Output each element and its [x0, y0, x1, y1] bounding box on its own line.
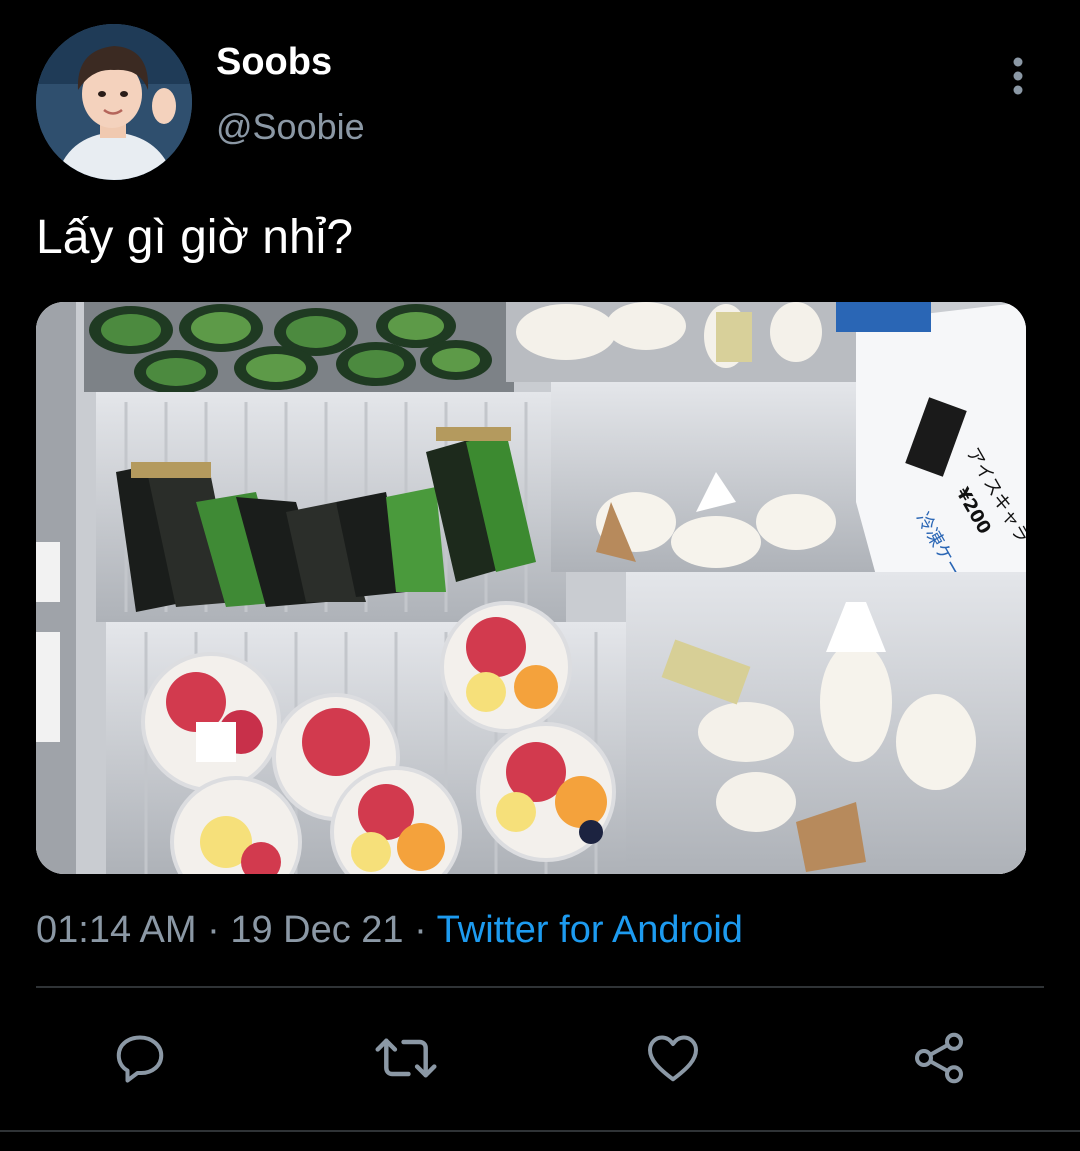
tweet-metadata: 01:14 AM · 19 Dec 21 · Twitter for Andro…	[36, 904, 743, 956]
more-vertical-icon	[1013, 57, 1023, 95]
more-options-button[interactable]	[998, 52, 1038, 100]
like-button[interactable]	[641, 1026, 705, 1090]
share-icon	[915, 1032, 963, 1084]
tweet-text: Lấy gì giờ nhỉ?	[36, 211, 354, 264]
share-button[interactable]	[907, 1026, 971, 1090]
heart-icon	[648, 1035, 698, 1082]
tweet-time[interactable]: 01:14 AM	[36, 909, 197, 951]
divider	[36, 986, 1044, 988]
retweet-button[interactable]	[374, 1026, 438, 1090]
reply-button[interactable]	[108, 1026, 172, 1090]
freezer-photo: アイスキャラ ¥200 冷凍ケースにある	[36, 302, 1026, 874]
meta-separator: ·	[207, 909, 220, 951]
avatar-photo	[36, 24, 192, 180]
retweet-icon	[375, 1038, 437, 1078]
meta-separator-2: ·	[414, 909, 427, 951]
reply-icon	[116, 1035, 164, 1083]
tweet-date[interactable]: 19 Dec 21	[230, 909, 403, 951]
bottom-divider	[0, 1130, 1080, 1132]
display-name[interactable]: Soobs	[216, 40, 332, 84]
avatar[interactable]	[36, 24, 192, 180]
tweet-source-link[interactable]: Twitter for Android	[437, 909, 743, 951]
tweet-photo[interactable]: アイスキャラ ¥200 冷凍ケースにある	[36, 302, 1026, 874]
user-handle[interactable]: @Soobie	[216, 106, 365, 148]
